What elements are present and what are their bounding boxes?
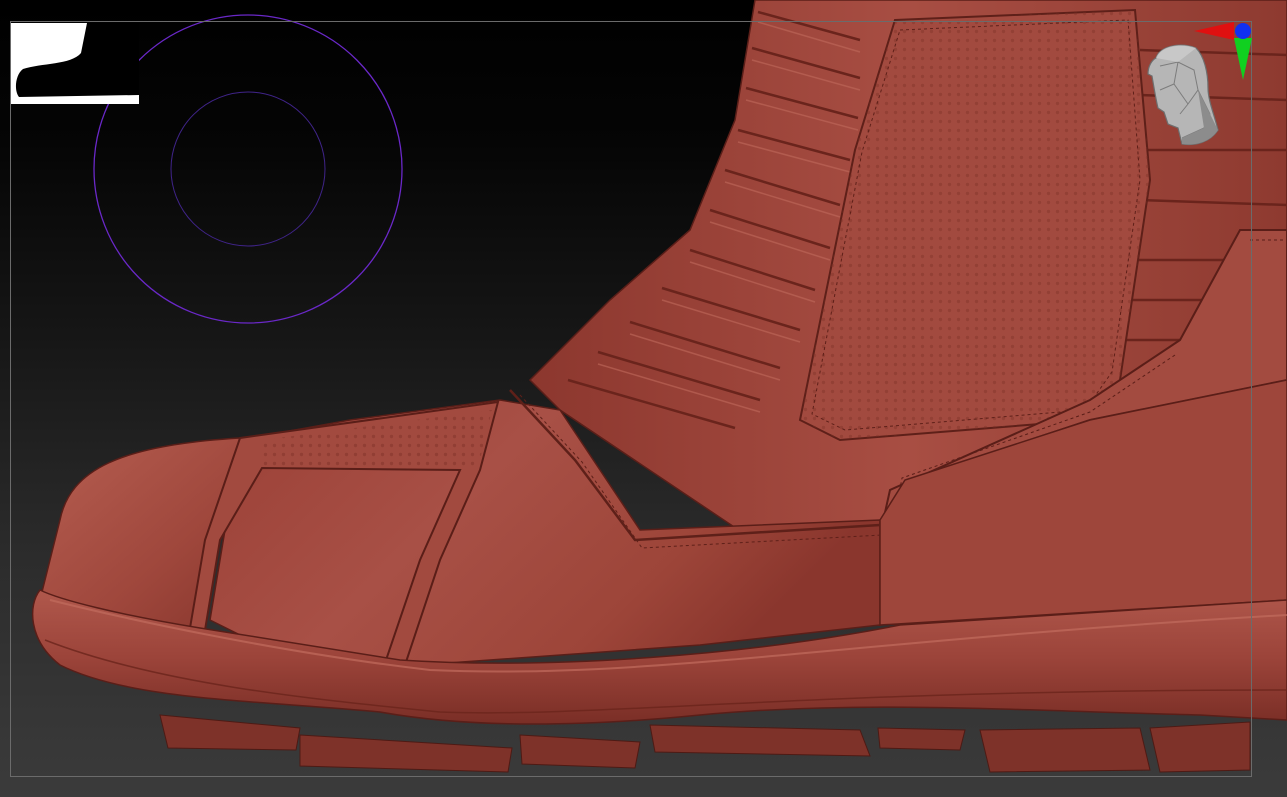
silhouette-thumbnail[interactable] [11,23,139,104]
sole-cleats [159,714,1251,773]
document-viewport[interactable] [0,0,1287,797]
z-axis-dot [1235,23,1251,39]
boot-model[interactable] [0,0,1287,797]
view-navigator[interactable] [1138,18,1268,158]
head-icon[interactable] [1147,44,1219,146]
boot-silhouette-icon [15,23,139,97]
x-axis-arrow [1194,22,1234,40]
y-axis-arrow [1234,38,1252,80]
